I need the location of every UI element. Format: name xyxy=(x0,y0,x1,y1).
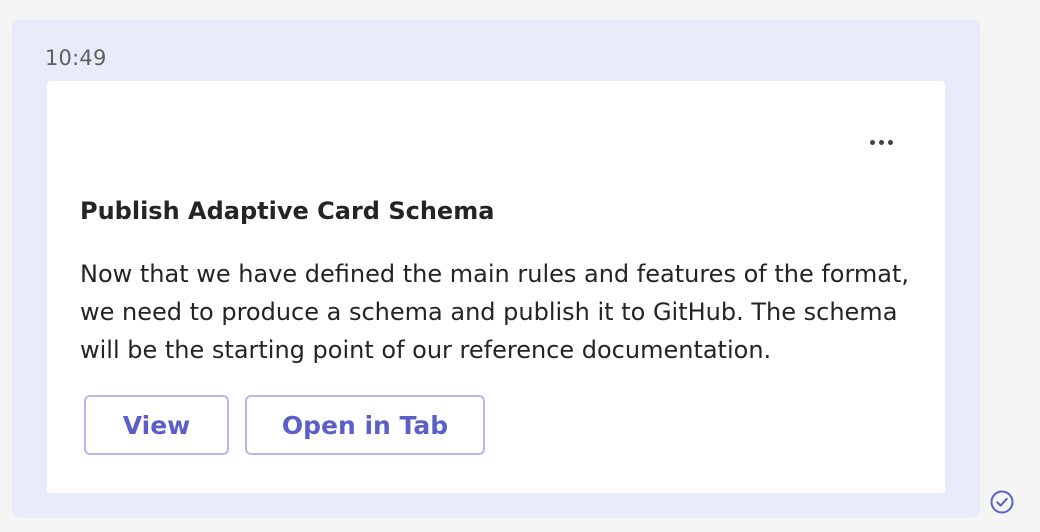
view-button[interactable]: View xyxy=(84,395,229,455)
chat-message: 10:49 Publish Adaptive Card Schema Now t… xyxy=(12,20,980,518)
card-title: Publish Adaptive Card Schema xyxy=(80,197,495,225)
sent-check-icon xyxy=(990,490,1014,514)
message-timestamp: 10:49 xyxy=(45,46,107,70)
ellipsis-icon xyxy=(868,130,895,149)
open-in-tab-button[interactable]: Open in Tab xyxy=(245,395,485,455)
card-body-text: Now that we have defined the main rules … xyxy=(80,260,910,364)
more-options-button[interactable] xyxy=(853,121,909,157)
adaptive-card: Publish Adaptive Card Schema Now that we… xyxy=(47,81,945,493)
